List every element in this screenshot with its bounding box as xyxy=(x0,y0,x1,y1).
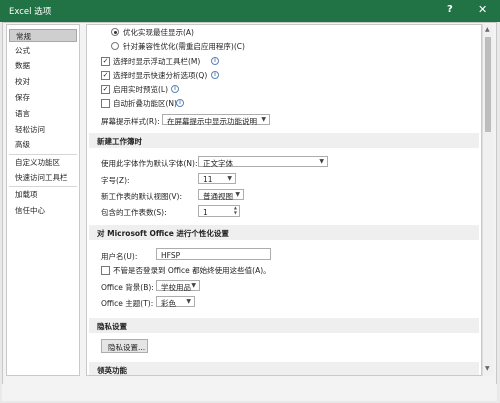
window-title: Excel 选项 xyxy=(9,7,52,17)
info-icon[interactable]: i xyxy=(211,57,219,65)
radio-best-display[interactable] xyxy=(111,28,119,36)
dialog-footer xyxy=(2,384,497,401)
checkbox-quick-analysis-label: 选择时显示快速分析选项(Q) xyxy=(113,71,208,80)
checkbox-collapse-ribbon-label: 自动折叠功能区(N) xyxy=(113,99,177,108)
screentip-label: 屏幕提示样式(R): xyxy=(101,117,160,126)
office-background-label: Office 背景(B): xyxy=(101,283,154,292)
username-label: 用户名(U): xyxy=(101,252,138,261)
sidebar-item-accessibility[interactable]: 轻松访问 xyxy=(9,123,77,136)
username-input[interactable]: HFSP xyxy=(156,248,271,260)
chevron-down-icon: ▼ xyxy=(261,116,266,123)
username-value: HFSP xyxy=(161,250,181,260)
sidebar-divider xyxy=(9,186,77,187)
default-font-select[interactable]: 正文字体 ▼ xyxy=(198,156,328,168)
sidebar-item-advanced[interactable]: 高级 xyxy=(9,138,77,151)
checkbox-live-preview[interactable]: ✓ xyxy=(101,85,110,94)
checkbox-always-use-values[interactable] xyxy=(101,266,110,275)
section-new-workbook: 新建工作簿时 xyxy=(89,133,479,148)
section-privacy-title: 隐私设置 xyxy=(97,322,127,331)
options-content: 优化实现最佳显示(A) 针对兼容性优化(需重启应用程序)(C) ✓ 选择时显示浮… xyxy=(86,24,482,376)
checkbox-quick-analysis[interactable]: ✓ xyxy=(101,71,110,80)
sidebar-item-quick-access-toolbar[interactable]: 快速访问工具栏 xyxy=(9,171,77,184)
sidebar: 常规 公式 数据 校对 保存 语言 轻松访问 高级 自定义功能区 快速访问工具栏… xyxy=(6,24,80,376)
sidebar-item-customize-ribbon[interactable]: 自定义功能区 xyxy=(9,156,77,169)
checkbox-collapse-ribbon[interactable] xyxy=(101,99,110,108)
section-privacy: 隐私设置 xyxy=(89,318,479,333)
help-icon[interactable]: ? xyxy=(447,4,453,15)
default-font-value: 正文字体 xyxy=(203,159,233,168)
vertical-scrollbar[interactable]: ▲ ▼ xyxy=(482,24,493,376)
sheet-count-value: 1 xyxy=(203,207,208,217)
default-view-select[interactable]: 普通视图 ▼ xyxy=(198,189,244,201)
default-view-label: 新工作表的默认视图(V): xyxy=(101,192,183,201)
sidebar-divider xyxy=(9,154,77,155)
privacy-settings-button-label: 隐私设置... xyxy=(108,343,146,352)
stepper-arrows-icon[interactable]: ▲ ▼ xyxy=(234,205,237,215)
info-icon[interactable]: i xyxy=(171,85,179,93)
office-background-value: 学校用品 xyxy=(161,283,191,292)
sidebar-item-data[interactable]: 数据 xyxy=(9,59,77,72)
chevron-down-icon: ▼ xyxy=(235,191,240,198)
sidebar-item-formulas[interactable]: 公式 xyxy=(9,44,77,57)
checkbox-live-preview-label: 启用实时预览(L) xyxy=(113,85,169,94)
radio-best-display-label: 优化实现最佳显示(A) xyxy=(123,28,194,37)
sidebar-item-save[interactable]: 保存 xyxy=(9,91,77,104)
chevron-down-icon: ▼ xyxy=(191,282,196,289)
checkbox-mini-toolbar-label: 选择时显示浮动工具栏(M) xyxy=(113,57,201,66)
sidebar-item-addins[interactable]: 加载项 xyxy=(9,188,77,201)
section-linkedin: 领英功能 xyxy=(89,362,479,375)
office-background-select[interactable]: 学校用品 ▼ xyxy=(156,280,200,292)
section-personalize-title: 对 Microsoft Office 进行个性化设置 xyxy=(97,229,229,238)
office-theme-value: 彩色 xyxy=(161,299,176,308)
office-theme-select[interactable]: 彩色 ▼ xyxy=(156,296,195,308)
office-theme-label: Office 主题(T): xyxy=(101,299,154,308)
scroll-up-icon[interactable]: ▲ xyxy=(485,26,490,33)
close-icon[interactable]: ✕ xyxy=(478,3,487,16)
privacy-settings-button[interactable]: 隐私设置... xyxy=(101,339,148,353)
section-new-workbook-title: 新建工作簿时 xyxy=(97,137,142,146)
scroll-down-icon[interactable]: ▼ xyxy=(485,365,490,372)
info-icon[interactable]: i xyxy=(176,99,184,107)
default-view-value: 普通视图 xyxy=(203,192,233,201)
chevron-down-icon: ▼ xyxy=(186,298,191,305)
sheet-count-label: 包含的工作表数(S): xyxy=(101,208,167,217)
sidebar-item-general[interactable]: 常规 xyxy=(9,29,77,42)
screentip-select[interactable]: 在屏幕提示中显示功能说明 ▼ xyxy=(162,114,270,126)
title-bar: Excel 选项 ? ✕ xyxy=(0,0,500,22)
chevron-down-icon: ▼ xyxy=(227,175,232,182)
font-size-value: 11 xyxy=(203,175,213,184)
info-icon[interactable]: i xyxy=(211,71,219,79)
scrollbar-thumb[interactable] xyxy=(485,37,491,132)
radio-compat[interactable] xyxy=(111,42,119,50)
font-size-select[interactable]: 11 ▼ xyxy=(198,173,236,184)
checkbox-always-use-values-label: 不管是否登录到 Office 都始终使用这些值(A)。 xyxy=(113,266,271,275)
sidebar-item-language[interactable]: 语言 xyxy=(9,107,77,120)
checkbox-mini-toolbar[interactable]: ✓ xyxy=(101,57,110,66)
screentip-value: 在屏幕提示中显示功能说明 xyxy=(167,117,257,126)
radio-compat-label: 针对兼容性优化(需重启应用程序)(C) xyxy=(123,42,245,51)
chevron-down-icon: ▼ xyxy=(319,158,324,165)
section-linkedin-title: 领英功能 xyxy=(97,366,127,375)
sheet-count-stepper[interactable]: 1 ▲ ▼ xyxy=(198,205,240,217)
default-font-label: 使用此字体作为默认字体(N): xyxy=(101,159,198,168)
section-personalize: 对 Microsoft Office 进行个性化设置 xyxy=(89,225,479,240)
font-size-label: 字号(Z): xyxy=(101,176,130,185)
sidebar-item-trust-center[interactable]: 信任中心 xyxy=(9,204,77,217)
sidebar-item-proofing[interactable]: 校对 xyxy=(9,75,77,88)
